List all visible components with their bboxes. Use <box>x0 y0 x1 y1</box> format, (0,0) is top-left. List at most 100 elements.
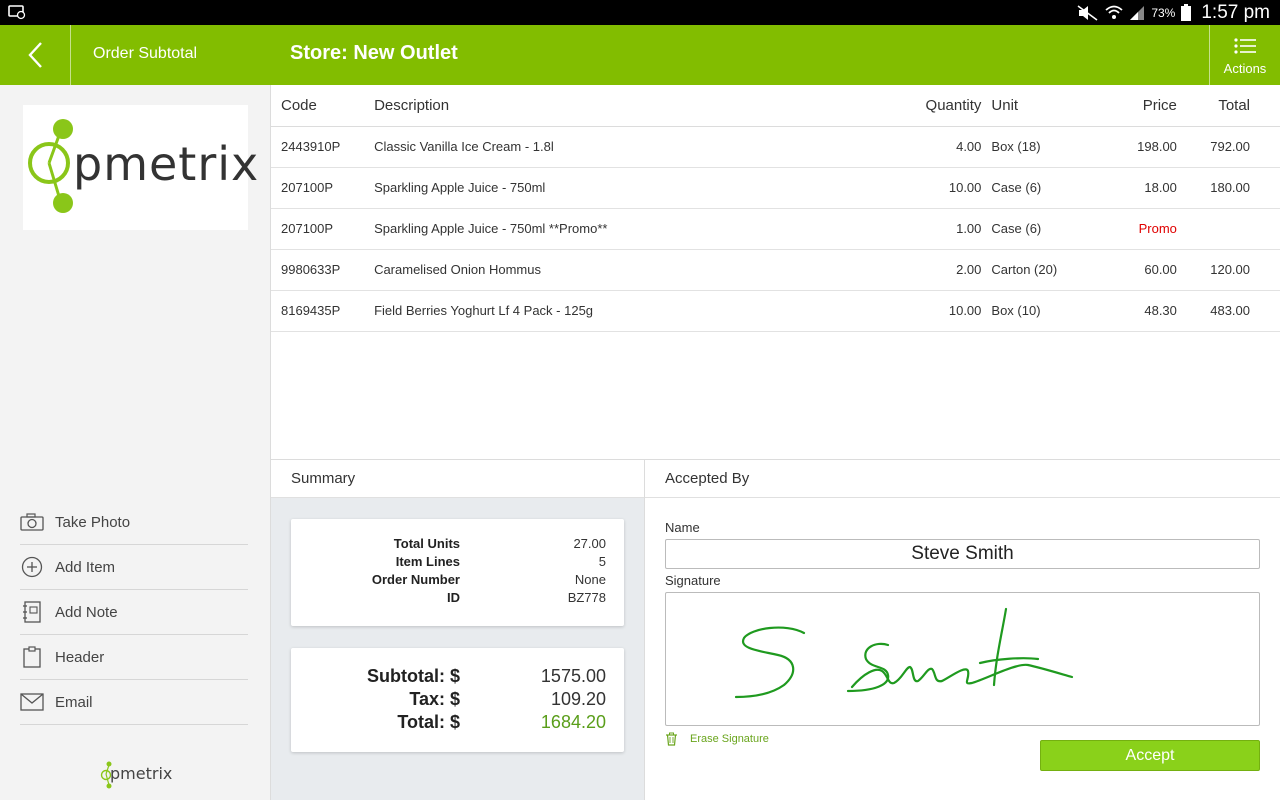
tax-label: Tax: $ <box>409 689 460 709</box>
table-row[interactable]: 2443910P Classic Vanilla Ice Cream - 1.8… <box>271 126 1280 168</box>
trash-icon <box>666 732 677 746</box>
summary-label: ID <box>447 590 460 605</box>
cell-price-promo: Promo <box>1094 208 1177 250</box>
total-label: Total: $ <box>397 712 460 732</box>
summary-value: 27.00 <box>573 536 606 551</box>
menu-item-email[interactable]: Email <box>20 680 248 725</box>
summary-panel: Summary Total Units 27.00 Item Lines 5 O… <box>271 459 645 800</box>
erase-signature-label: Erase Signature <box>690 733 769 745</box>
name-field[interactable]: Steve Smith <box>665 539 1260 569</box>
summary-details-card: Total Units 27.00 Item Lines 5 Order Num… <box>291 519 624 626</box>
signature-strokes <box>734 607 1074 699</box>
cell-total: 483.00 <box>1176 290 1280 332</box>
status-bar: 73% 1:57 pm <box>0 0 1280 25</box>
menu-item-label: Email <box>55 693 93 711</box>
screen-record-icon <box>8 5 26 20</box>
cell-description: Sparkling Apple Juice - 750ml <box>374 167 787 209</box>
cell-quantity: 10.00 <box>786 290 992 332</box>
sidebar-menu: Take Photo Add Item Add Note Header Emai… <box>20 500 248 725</box>
camera-icon <box>20 510 44 534</box>
col-total[interactable]: Total <box>1176 85 1280 127</box>
clipboard-icon <box>20 645 44 669</box>
signature-label: Signature <box>665 573 721 588</box>
table-row[interactable]: 207100P Sparkling Apple Juice - 750ml 10… <box>271 167 1280 209</box>
cell-description: Caramelised Onion Hommus <box>374 249 787 291</box>
page-subtitle: Order Subtotal <box>93 45 198 62</box>
cell-code: 207100P <box>271 208 375 250</box>
list-menu-icon <box>1234 38 1256 54</box>
opmetrix-logo: pmetrix <box>23 105 258 230</box>
cell-quantity: 10.00 <box>786 167 992 209</box>
cell-unit: Carton (20) <box>991 249 1095 291</box>
table-row[interactable]: 207100P Sparkling Apple Juice - 750ml **… <box>271 208 1280 250</box>
battery-icon <box>1181 4 1192 21</box>
notebook-icon <box>20 600 44 624</box>
cell-unit: Case (6) <box>991 167 1095 209</box>
cell-code: 207100P <box>271 167 375 209</box>
name-label: Name <box>665 520 700 535</box>
summary-label: Order Number <box>371 572 460 587</box>
cell-description: Field Berries Yoghurt Lf 4 Pack - 125g <box>374 290 787 332</box>
footer-logo-wordmark: pmetrix <box>110 764 173 783</box>
cell-description: Classic Vanilla Ice Cream - 1.8l <box>374 126 787 168</box>
signature-pad[interactable] <box>665 592 1260 726</box>
order-lines-table: Code Description Quantity Unit Price Tot… <box>271 85 1280 459</box>
cell-unit: Box (18) <box>991 126 1095 168</box>
table-row[interactable]: 8169435P Field Berries Yoghurt Lf 4 Pack… <box>271 290 1280 332</box>
cell-price: 60.00 <box>1094 249 1177 291</box>
cell-price: 48.30 <box>1094 290 1177 332</box>
summary-label: Total Units <box>393 536 460 551</box>
cell-code: 8169435P <box>271 290 375 332</box>
cell-quantity: 2.00 <box>786 249 992 291</box>
summary-totals-card: Subtotal: $ 1575.00 Tax: $ 109.20 Total:… <box>291 648 624 752</box>
table-header-row: Code Description Quantity Unit Price Tot… <box>271 85 1280 127</box>
total-value: 1684.20 <box>540 712 606 732</box>
actions-button[interactable]: Actions <box>1209 25 1280 85</box>
accept-button[interactable]: Accept <box>1040 740 1260 771</box>
menu-item-label: Header <box>55 648 105 666</box>
menu-item-label: Add Item <box>55 558 116 576</box>
cell-total: 120.00 <box>1176 249 1280 291</box>
col-price[interactable]: Price <box>1094 85 1177 127</box>
menu-item-label: Add Note <box>55 603 118 621</box>
subtotal-value: 1575.00 <box>540 666 606 686</box>
menu-item-add-note[interactable]: Add Note <box>20 590 248 635</box>
col-unit[interactable]: Unit <box>991 85 1095 127</box>
cell-quantity: 1.00 <box>786 208 992 250</box>
plus-circle-icon <box>20 555 44 579</box>
cell-total: 180.00 <box>1176 167 1280 209</box>
mute-icon <box>1077 4 1098 21</box>
cell-code: 2443910P <box>271 126 375 168</box>
summary-header: Summary <box>271 460 644 498</box>
col-code[interactable]: Code <box>271 85 375 127</box>
summary-value: 5 <box>598 554 606 569</box>
back-button[interactable] <box>0 25 71 85</box>
cell-unit: Case (6) <box>991 208 1095 250</box>
tax-value: 109.20 <box>550 689 606 709</box>
signal-icon <box>1130 5 1145 20</box>
col-description[interactable]: Description <box>374 85 787 127</box>
logo-wordmark: pmetrix <box>73 137 260 191</box>
accepted-by-header: Accepted By <box>645 460 1280 498</box>
cell-total <box>1176 208 1280 250</box>
cell-code: 9980633P <box>271 249 375 291</box>
menu-item-take-photo[interactable]: Take Photo <box>20 500 248 545</box>
summary-label: Item Lines <box>395 554 460 569</box>
cell-description: Sparkling Apple Juice - 750ml **Promo** <box>374 208 787 250</box>
col-quantity[interactable]: Quantity <box>786 85 992 127</box>
cell-quantity: 4.00 <box>786 126 992 168</box>
erase-signature-button[interactable]: Erase Signature <box>665 732 769 746</box>
chevron-left-icon <box>28 42 42 68</box>
clock: 1:57 pm <box>1201 1 1270 23</box>
accepted-by-panel: Accepted By Name Steve Smith Signature E… <box>645 459 1280 800</box>
menu-item-header[interactable]: Header <box>20 635 248 680</box>
table-row[interactable]: 9980633P Caramelised Onion Hommus 2.00 C… <box>271 249 1280 291</box>
cell-unit: Box (10) <box>991 290 1095 332</box>
battery-percent: 73% <box>1151 5 1176 20</box>
menu-item-add-item[interactable]: Add Item <box>20 545 248 590</box>
page-title: Store: New Outlet <box>290 42 458 64</box>
app-bar: Order Subtotal Store: New Outlet Actions <box>0 25 1280 85</box>
cell-price: 198.00 <box>1094 126 1177 168</box>
wifi-icon <box>1105 5 1123 19</box>
cell-price: 18.00 <box>1094 167 1177 209</box>
